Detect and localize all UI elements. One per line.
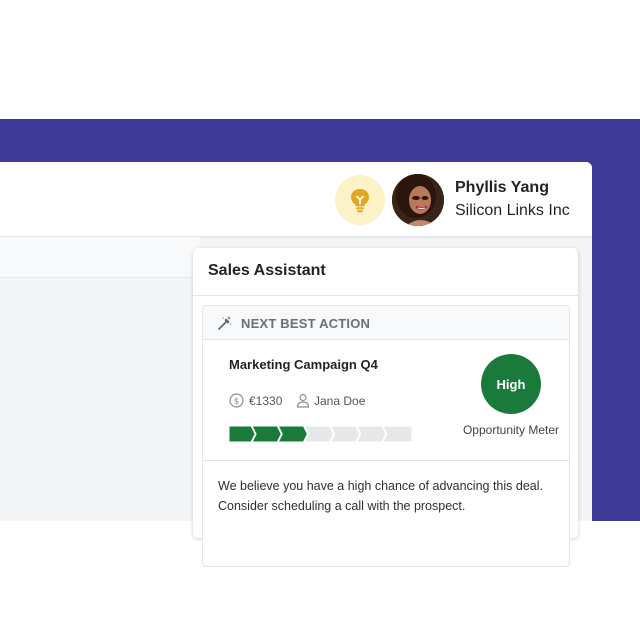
sales-assistant-toggle-button[interactable]	[335, 175, 385, 225]
panel-divider	[193, 295, 578, 296]
progress-stage-pending	[356, 426, 387, 442]
app-header: Phyllis Yang Silicon Links Inc	[0, 162, 592, 237]
user-name: Phyllis Yang	[455, 179, 549, 196]
card-divider	[203, 460, 569, 461]
panel-title: Sales Assistant	[208, 262, 326, 279]
opportunity-level-badge: High	[481, 354, 541, 414]
progress-stage-complete	[251, 426, 282, 442]
next-best-action-header: NEXT BEST ACTION	[203, 306, 569, 340]
progress-stage-complete	[229, 426, 256, 442]
lightbulb-icon	[351, 189, 369, 213]
user-avatar[interactable]	[392, 174, 444, 226]
sales-assistant-panel: Sales Assistant NEXT BEST ACTION Marketi…	[193, 248, 578, 567]
deal-owner[interactable]: Jana Doe	[314, 394, 365, 408]
user-avatar-photo	[392, 174, 444, 226]
progress-stage-complete	[277, 426, 308, 442]
content-toolbar	[0, 237, 200, 278]
opportunity-meter-label: Opportunity Meter	[462, 423, 560, 437]
recommendation-message: We believe you have a high chance of adv…	[218, 479, 543, 513]
progress-stage-pending	[303, 426, 335, 442]
next-best-action-card: NEXT BEST ACTION Marketing Campaign Q4 $…	[202, 305, 570, 567]
user-company: Silicon Links Inc	[455, 202, 570, 219]
svg-text:$: $	[234, 397, 240, 407]
progress-stage-pending	[330, 426, 361, 442]
deal-stage-progress	[229, 426, 412, 442]
person-icon	[296, 393, 310, 408]
next-best-action-label: NEXT BEST ACTION	[241, 316, 371, 331]
currency-icon: $	[229, 393, 244, 408]
deal-amount: €1330	[249, 394, 283, 408]
magic-wand-icon	[218, 316, 232, 330]
progress-stage-pending	[382, 426, 412, 442]
deal-title[interactable]: Marketing Campaign Q4	[229, 357, 378, 372]
